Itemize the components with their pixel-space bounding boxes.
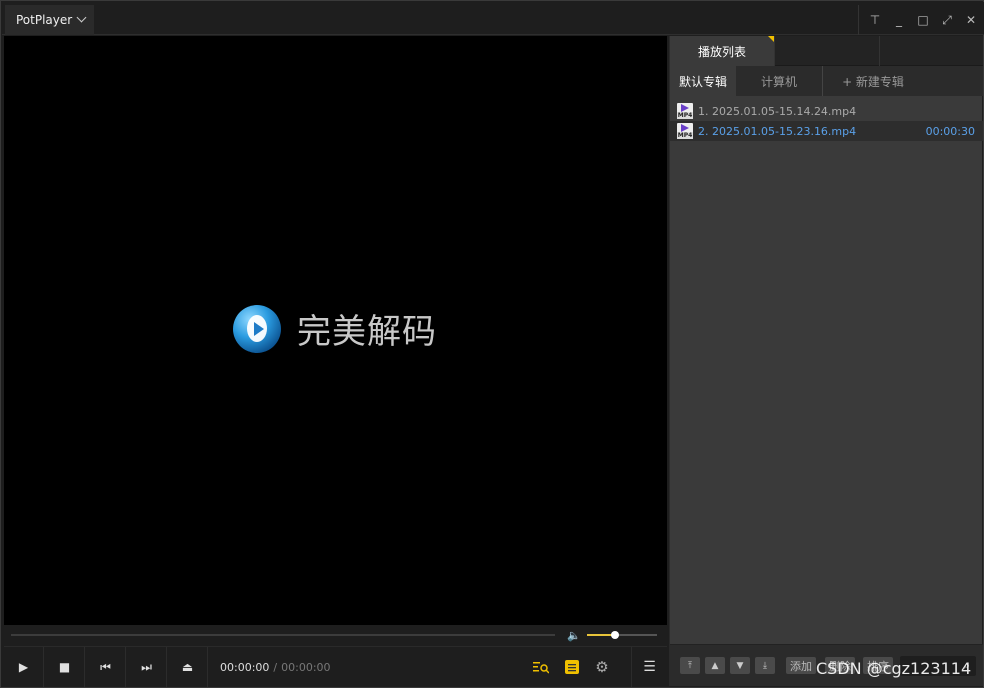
app-title: PotPlayer (16, 13, 73, 27)
main-menu-button[interactable]: ☰ (631, 647, 667, 687)
title-bar: PotPlayer ⊤ _ □ ⤢ ✕ (2, 2, 984, 35)
previous-button[interactable]: ⏮ (86, 647, 126, 687)
pin-icon[interactable]: ⊤ (863, 8, 887, 32)
album-tabs: 默认专辑 计算机 + 新建专辑 (670, 66, 983, 96)
playlist-toggle-button[interactable] (557, 647, 587, 687)
time-display: 00:00:00/00:00:00 (220, 661, 331, 674)
move-down-button[interactable]: ▼ (730, 657, 750, 674)
move-top-icon: ⤒ (688, 660, 692, 671)
playlist-panel: 播放列表 默认专辑 计算机 + 新建专辑 MP4 1. 2025.01.05-1… (669, 36, 983, 686)
move-up-button[interactable]: ▲ (705, 657, 725, 674)
item-index: 1. (698, 104, 709, 118)
mp4-file-icon: MP4 (677, 103, 693, 119)
tab-playlist[interactable]: 播放列表 (670, 36, 774, 66)
item-index: 2. (698, 124, 709, 138)
tab-empty-2[interactable] (879, 36, 983, 66)
app-logo: 完美解码 (233, 304, 437, 353)
next-button[interactable]: ⏭ (127, 647, 167, 687)
fullscreen-button[interactable]: ⤢ (935, 8, 959, 32)
seek-row: 🔈 (4, 625, 667, 645)
video-area[interactable]: 完美解码 (4, 36, 667, 625)
seek-bar[interactable] (11, 634, 555, 636)
panel-tabs: 播放列表 (670, 36, 983, 66)
close-button[interactable]: ✕ (959, 8, 983, 32)
play-icon: ▶ (18, 660, 29, 674)
tab-computer[interactable]: 计算机 (736, 66, 823, 96)
move-bottom-icon: ⤓ (763, 660, 767, 671)
item-name: 2025.01.05-15.23.16.mp4 (712, 124, 857, 138)
time-total: 00:00:00 (281, 661, 331, 674)
new-album-button[interactable]: + 新建专辑 (823, 66, 923, 96)
move-top-button[interactable]: ⤒ (680, 657, 700, 674)
eject-icon: ⏏ (181, 660, 194, 674)
item-name: 2025.01.05-15.14.24.mp4 (712, 104, 857, 118)
playlist-item[interactable]: MP4 1. 2025.01.05-15.14.24.mp4 (670, 101, 983, 121)
playlist-icon (565, 660, 579, 674)
playlist-search-button[interactable] (526, 647, 556, 687)
volume-handle[interactable] (611, 631, 619, 639)
playlist-item[interactable]: MP4 2. 2025.01.05-15.23.16.mp4 00:00:30 (670, 121, 983, 141)
maximize-button[interactable]: □ (911, 8, 935, 32)
mp4-file-icon: MP4 (677, 123, 693, 139)
play-button[interactable]: ▶ (4, 647, 44, 687)
add-button[interactable]: 添加 (786, 657, 816, 674)
move-bottom-button[interactable]: ⤓ (755, 657, 775, 674)
volume-icon[interactable]: 🔈 (567, 629, 581, 642)
window-controls: ⊤ _ □ ⤢ ✕ (858, 5, 983, 35)
previous-icon: ⏮ (100, 659, 111, 674)
minimize-button[interactable]: _ (887, 8, 911, 32)
move-down-icon: ▼ (736, 660, 744, 671)
time-current: 00:00:00 (220, 661, 270, 674)
tab-default-album[interactable]: 默认专辑 (670, 66, 736, 96)
eject-button[interactable]: ⏏ (168, 647, 208, 687)
item-duration: 00:00:30 (925, 124, 975, 138)
logo-text: 完美解码 (297, 312, 437, 352)
stop-button[interactable]: ■ (45, 647, 85, 687)
app-menu-button[interactable]: PotPlayer (5, 5, 94, 35)
chevron-down-icon (76, 12, 87, 23)
menu-icon: ☰ (643, 659, 656, 675)
settings-button[interactable]: ⚙ (587, 647, 617, 687)
control-bar: ▶ ■ ⏮ ⏭ ⏏ 00:00:00/00:00:00 ⚙ ☰ (4, 646, 667, 687)
playlist-search-icon (533, 662, 549, 674)
watermark: CSDN @cgz123114 (816, 659, 972, 678)
playlist: MP4 1. 2025.01.05-15.14.24.mp4 MP4 2. 20… (670, 101, 983, 141)
move-up-icon: ▲ (711, 660, 719, 671)
tab-empty-1[interactable] (774, 36, 879, 66)
stop-icon: ■ (58, 660, 71, 674)
app-window: PotPlayer ⊤ _ □ ⤢ ✕ 完美解码 🔈 ▶ ■ ⏮ ⏭ ⏏ 00:… (0, 0, 984, 688)
play-logo-icon (233, 304, 281, 353)
next-icon: ⏭ (141, 659, 152, 674)
gear-icon: ⚙ (595, 658, 609, 676)
time-separator: / (273, 661, 278, 674)
